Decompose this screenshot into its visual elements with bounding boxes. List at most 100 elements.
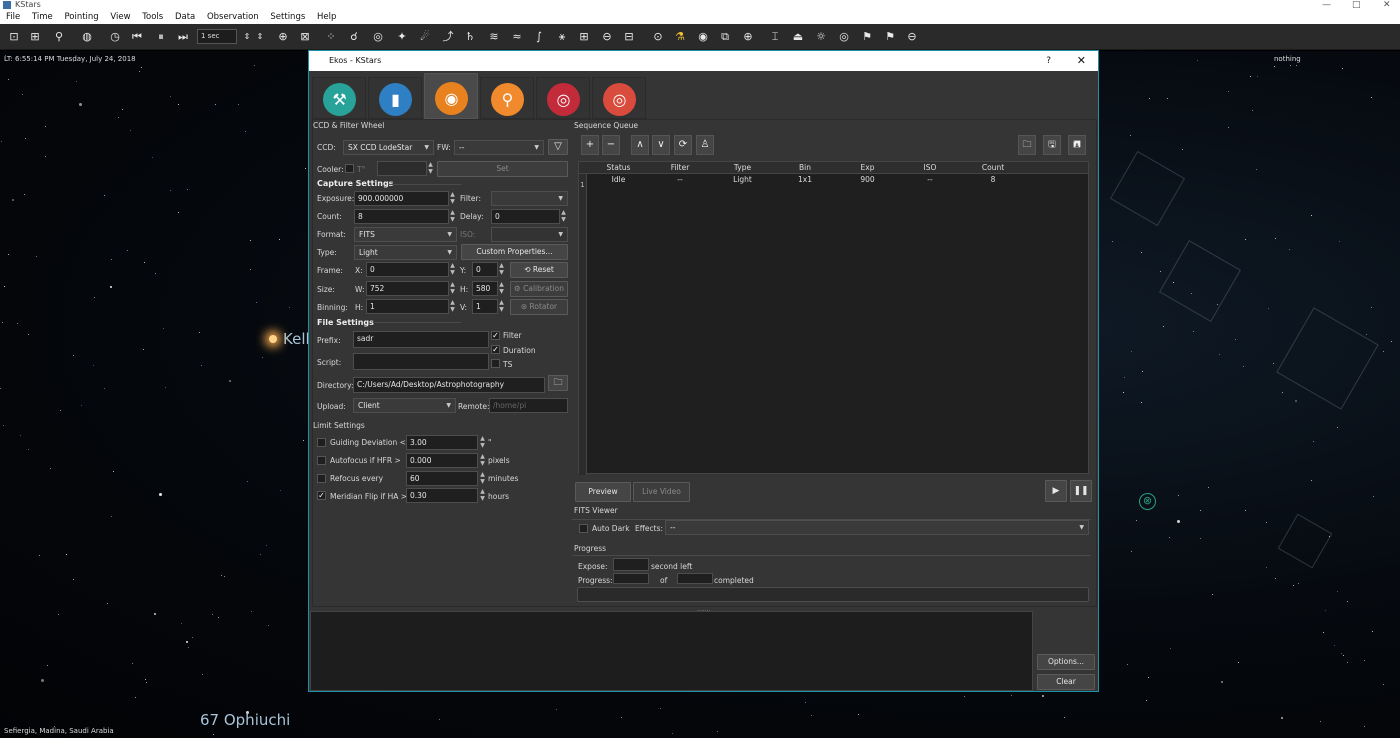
live-video-button[interactable]: Live Video [633, 482, 690, 502]
cooler-checkbox[interactable] [345, 164, 354, 173]
menu-tools[interactable]: Tools [142, 12, 163, 22]
open-sequence-button[interactable]: 🗀 [1018, 135, 1036, 155]
script-input[interactable] [353, 353, 489, 370]
options-button[interactable]: Options... [1037, 654, 1095, 670]
horizon-icon[interactable]: ⚹ [554, 29, 570, 45]
flags-icon[interactable]: ⊟ [621, 29, 637, 45]
menu-observation[interactable]: Observation [207, 12, 259, 22]
move-down-button[interactable]: ∨ [652, 135, 670, 155]
meridian-flip-checkbox[interactable]: ✓ [317, 491, 326, 500]
autofocus-hfr-spin[interactable]: ▲ ▼ [479, 453, 486, 468]
temperature-spin[interactable]: ▲ ▼ [427, 161, 434, 176]
reset-queue-button[interactable]: ⟳ [674, 135, 692, 155]
refocus-every-checkbox[interactable] [317, 474, 326, 483]
meridian-flip-spin[interactable]: ▲ ▼ [479, 488, 486, 503]
lock-icon[interactable]: ⏏ [790, 29, 806, 45]
time-step-units-icon[interactable]: ⇕ [252, 29, 268, 45]
bin-v-spin[interactable]: ▲ ▼ [498, 299, 505, 314]
upload-select[interactable]: Client ▼ [353, 398, 456, 413]
browse-directory-button[interactable]: 🗀 [548, 375, 568, 391]
filter-checkbox[interactable]: ✓ [491, 331, 500, 340]
guiding-deviation-spin[interactable]: ▲ ▼ [479, 435, 486, 450]
frame-y-input[interactable]: 0 [472, 262, 498, 277]
capture-icon[interactable]: ⧉ [717, 29, 733, 45]
preview-button[interactable]: Preview [575, 482, 631, 502]
zoom-fit-icon[interactable]: ⊡ [6, 29, 22, 45]
auto-dark-checkbox[interactable] [579, 524, 588, 533]
frame-w-spin[interactable]: ▲ ▼ [449, 281, 456, 296]
globe-icon[interactable]: ◍ [79, 29, 95, 45]
frame-h-spin[interactable]: ▲ ▼ [498, 281, 505, 296]
ground-icon[interactable]: ⊖ [599, 29, 615, 45]
galaxy-icon[interactable]: ◎ [370, 29, 386, 45]
add-job-button[interactable]: + [581, 135, 599, 155]
tab-setup[interactable]: ⚒ [312, 77, 366, 119]
duration-checkbox[interactable]: ✓ [491, 345, 500, 354]
log-area[interactable] [310, 611, 1033, 691]
minimize-icon[interactable]: — [1322, 0, 1331, 10]
help-icon[interactable]: ? [1046, 51, 1051, 71]
frame-h-input[interactable]: 580 [472, 281, 498, 296]
target-icon[interactable]: ◎ [836, 29, 852, 45]
autofocus-hfr-input[interactable]: 0.000 [406, 453, 478, 468]
save-sequence-button[interactable]: 🖫 [1043, 135, 1061, 155]
clear-button[interactable]: Clear [1037, 674, 1095, 690]
count-input[interactable]: 8 [354, 209, 449, 224]
col-count[interactable]: Count [962, 163, 1024, 172]
tab-capture[interactable]: ◉ [424, 73, 478, 119]
ekos-icon[interactable]: ⊙ [650, 29, 666, 45]
frame-x-spin[interactable]: ▲ ▼ [449, 262, 456, 277]
galaxy-marker-icon[interactable]: ⊗ [1139, 493, 1156, 510]
autofocus-hfr-checkbox[interactable] [317, 456, 326, 465]
menu-view[interactable]: View [110, 12, 130, 22]
frame-y-spin[interactable]: ▲ ▼ [498, 262, 505, 277]
ccd-select[interactable]: SX CCD LodeStar ▼ [343, 140, 434, 155]
pause-icon[interactable]: ⏸ [153, 29, 169, 45]
equator-icon[interactable]: ≈ [509, 29, 525, 45]
col-status[interactable]: Status [591, 163, 646, 172]
stars-icon[interactable]: ⁘ [323, 29, 339, 45]
mount-target-icon[interactable]: ⊕ [740, 29, 756, 45]
type-select[interactable]: Light ▼ [354, 245, 457, 260]
tab-mount[interactable]: ▮ [368, 77, 422, 119]
directory-input[interactable]: C:/Users/Ad/Desktop/Astrophotography [353, 377, 545, 393]
col-filter[interactable]: Filter [649, 163, 711, 172]
delay-input[interactable]: 0 [491, 209, 560, 224]
filter-select[interactable]: ▼ [491, 191, 568, 206]
ts-checkbox[interactable] [491, 359, 500, 368]
start-sequence-button[interactable]: ▶ [1045, 480, 1067, 502]
menu-file[interactable]: File [6, 12, 20, 22]
flag-2-icon[interactable]: ⚑ [882, 29, 898, 45]
maximize-icon[interactable]: □ [1352, 0, 1361, 10]
format-select[interactable]: FITS ▼ [354, 227, 457, 242]
menu-settings[interactable]: Settings [270, 12, 305, 22]
reset-frame-button[interactable]: ⟲ Reset [510, 262, 568, 278]
menu-pointing[interactable]: Pointing [64, 12, 98, 22]
step-forward-icon[interactable]: ⏭ [175, 29, 191, 45]
grid-icon[interactable]: ⊞ [576, 29, 592, 45]
remove-job-button[interactable]: − [602, 135, 620, 155]
star-label-kell[interactable]: Kell [269, 330, 310, 348]
center-crosshair-icon[interactable]: ⊕ [275, 29, 291, 45]
iso-select[interactable]: ▼ [491, 227, 568, 242]
col-iso[interactable]: ISO [899, 163, 961, 172]
menu-data[interactable]: Data [175, 12, 195, 22]
effects-select[interactable]: -- ▼ [665, 520, 1089, 535]
filter-wheel-select[interactable]: -- ▼ [454, 140, 544, 155]
move-up-button[interactable]: ∧ [631, 135, 649, 155]
ecliptic-icon[interactable]: ∫ [531, 29, 547, 45]
asteroid-icon[interactable]: ⤴ [440, 29, 456, 45]
guiding-deviation-input[interactable]: 3.00 [406, 435, 478, 450]
comet-icon[interactable]: ☄ [417, 29, 433, 45]
save-as-sequence-button[interactable]: 🖪 [1068, 135, 1086, 155]
calibration-button[interactable]: ⚙ Calibration [510, 281, 568, 297]
exposure-spin[interactable]: ▲ ▼ [449, 191, 456, 206]
planet-icon[interactable]: ♄ [462, 29, 478, 45]
delay-spin[interactable]: ▲ ▼ [560, 209, 567, 224]
frame-x-input[interactable]: 0 [366, 262, 449, 277]
tab-guide[interactable]: ◎ [592, 77, 646, 119]
custom-properties-button[interactable]: Custom Properties... [461, 244, 568, 260]
clock-icon[interactable]: ◷ [107, 29, 123, 45]
focus-icon[interactable]: ⌶ [767, 29, 783, 45]
bin-h-spin[interactable]: ▲ ▼ [449, 299, 456, 314]
